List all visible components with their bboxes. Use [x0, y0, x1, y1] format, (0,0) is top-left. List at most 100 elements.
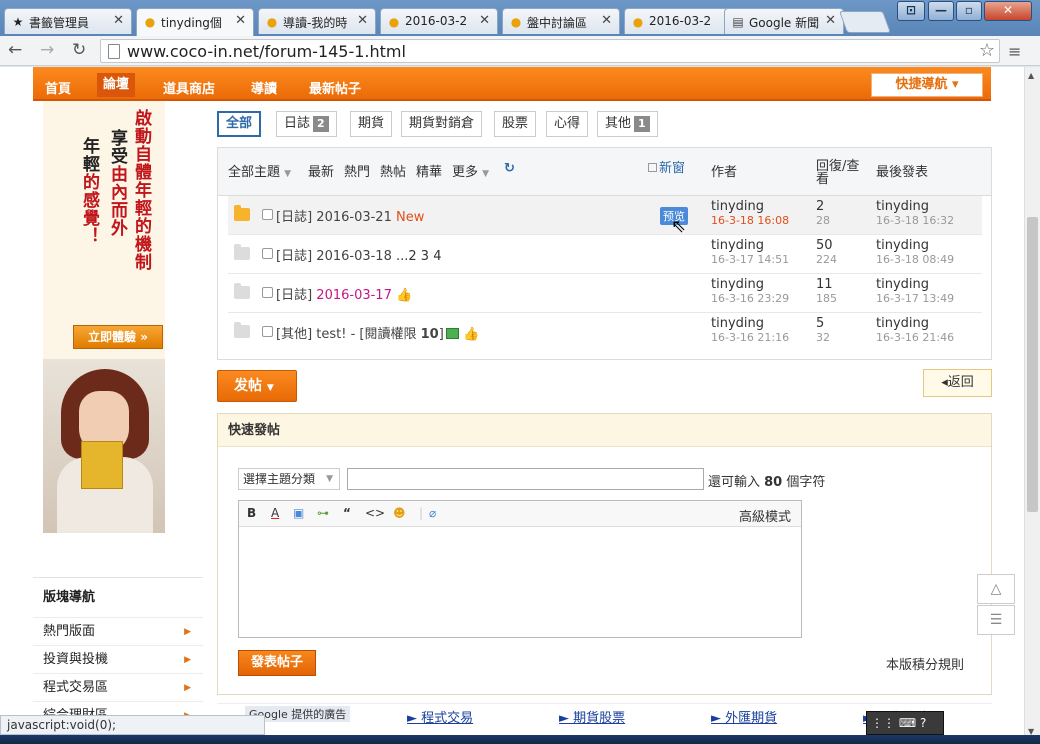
nav-shop[interactable]: 道具商店 [163, 78, 215, 97]
page-scrollbar[interactable]: ▲ ▼ [1024, 67, 1040, 744]
close-icon[interactable]: ✕ [479, 13, 490, 28]
window-close-button[interactable]: ✕ [984, 1, 1032, 21]
thread-stats: 50 224 [816, 238, 837, 267]
link-icon[interactable]: ⊶ [317, 506, 329, 520]
table-row[interactable]: [其他] test! - [閱讀權限 10] 👍 tinyding 16-3-16… [228, 313, 982, 352]
close-icon[interactable]: ✕ [113, 13, 124, 28]
table-row[interactable]: [日誌] 2016-03-21 New 预览 ⇖ tinyding 16-3-18… [228, 196, 982, 237]
thread-author: tinyding 16-3-16 21:16 [711, 316, 790, 345]
points-rules-link[interactable]: 本版積分規則 [886, 654, 964, 673]
smiley-icon[interactable]: ☻ [393, 506, 406, 520]
tab-bookmarks[interactable]: ★ 書籤管理員 ✕ [4, 8, 132, 34]
filter-stocks[interactable]: 股票 [494, 111, 537, 137]
caret-down-icon: ▼ [266, 383, 274, 393]
select-checkbox[interactable] [262, 209, 273, 220]
thread-author: tinyding 16-3-18 16:08 [711, 199, 790, 228]
code-icon[interactable]: <> [365, 506, 385, 520]
thread-title[interactable]: [日誌] 2016-03-18 ...2 3 4 [276, 245, 441, 264]
thread-title[interactable]: [日誌] 2016-03-21 New [276, 206, 424, 225]
count-badge: 2 [313, 116, 329, 132]
sidebar-item-program-trading[interactable]: 程式交易區 ▶ [33, 673, 203, 701]
filter-diary[interactable]: 日誌 2 [276, 111, 337, 137]
submit-post-button[interactable]: 發表帖子 [238, 650, 316, 676]
all-topics-dropdown[interactable]: 全部主題 ▼ [228, 161, 291, 180]
sort-hot[interactable]: 熱帖 [380, 161, 406, 180]
new-tab-button[interactable] [838, 11, 892, 33]
ad-link[interactable]: ► 期貨股票 [559, 707, 625, 726]
chevron-right-icon: ▶ [184, 627, 191, 637]
filter-all[interactable]: 全部 [217, 111, 262, 137]
user-icon[interactable]: ⊡ [897, 1, 925, 21]
close-icon[interactable]: ✕ [357, 13, 368, 28]
site-nav: 首頁 論壇 道具商店 導讀 最新帖子 快捷導航 ▾ [33, 67, 991, 101]
refresh-icon[interactable]: ↻ [504, 161, 515, 176]
new-window-toggle[interactable]: 新窗 [648, 157, 685, 176]
sidebar-item-investment[interactable]: 投資與投機 ▶ [33, 645, 203, 673]
sidebar-item-hot[interactable]: 熱門版面 ▶ [33, 617, 203, 645]
image-icon[interactable]: ▣ [293, 506, 304, 520]
mouse-cursor-icon: ⇖ [671, 216, 687, 237]
bookmark-star-icon[interactable]: ☆ [979, 40, 995, 61]
filter-futures-hedge[interactable]: 期貨對銷倉 [401, 111, 483, 137]
sort-latest[interactable]: 最新 [308, 161, 334, 180]
list-view-button[interactable]: ☰ [977, 605, 1015, 635]
thread-title[interactable]: [其他] test! - [閱讀權限 10] 👍 [276, 323, 479, 342]
sort-popular[interactable]: 熱門 [344, 161, 370, 180]
close-icon[interactable]: ✕ [825, 13, 836, 28]
scrollbar-thumb[interactable] [1027, 217, 1038, 512]
page-links[interactable]: ...2 3 4 [396, 249, 441, 264]
new-post-button[interactable]: 发帖 ▼ [217, 370, 297, 402]
hamburger-menu-icon[interactable]: ≡ [1008, 42, 1021, 61]
bold-icon[interactable]: B [247, 506, 256, 520]
tab-guide[interactable]: ● 導讀-我的時 ✕ [258, 8, 376, 34]
tab-forum-active[interactable]: ● tinyding個 ✕ [136, 8, 254, 36]
back-to-top-button[interactable]: △ [977, 574, 1015, 604]
scroll-up-icon[interactable]: ▲ [1028, 71, 1034, 80]
ad-line-1: 啟動自體年輕的機制 [131, 109, 151, 271]
nav-guide[interactable]: 導讀 [251, 78, 277, 97]
thread-title[interactable]: [日誌] 2016-03-17 👍 [276, 284, 412, 303]
tab-intraday[interactable]: ● 盤中討論區 ✕ [502, 8, 620, 34]
back-button[interactable]: ◂返回 [923, 369, 992, 397]
ad-link[interactable]: ► 外匯期貨 [711, 707, 777, 726]
filter-other[interactable]: 其他 1 [597, 111, 658, 137]
board-navigation: 版塊導航 熱門版面▶ 投資與投機▶ 程式交易區▶ 綜合理財區▶ [33, 577, 203, 729]
advanced-mode-link[interactable]: 高級模式 [739, 506, 791, 525]
ad-link[interactable]: ► 程式交易 [407, 707, 473, 726]
chevron-right-icon: ▶ [184, 655, 191, 665]
ad-try-button[interactable]: 立即體驗 » [73, 325, 163, 349]
subject-input[interactable] [347, 468, 704, 490]
font-color-icon[interactable]: A [271, 506, 279, 520]
maximize-button[interactable]: ▫ [956, 1, 982, 21]
minimize-button[interactable]: — [928, 1, 954, 21]
table-row[interactable]: [日誌] 2016-03-17 👍 tinyding 16-3-16 23:29 … [228, 274, 982, 313]
sort-more-dropdown[interactable]: 更多 ▼ [452, 161, 489, 180]
nav-forum[interactable]: 論壇 [97, 73, 136, 97]
quick-nav-button[interactable]: 快捷導航 ▾ [871, 73, 983, 97]
tab-log-0323[interactable]: ● 2016-03-2 ✕ [380, 8, 498, 34]
sort-digest[interactable]: 精華 [416, 161, 442, 180]
url-field[interactable]: www.coco-in.net/forum-145-1.html ☆ [100, 39, 1000, 63]
category-select[interactable]: 選擇主題分類 ▼ [238, 468, 340, 490]
ime-toolbar[interactable]: ⋮⋮ ⌨ ? [866, 711, 944, 735]
filter-futures[interactable]: 期貨 [350, 111, 393, 137]
nav-latest[interactable]: 最新帖子 [309, 78, 361, 97]
tab-label: 盤中討論區 [527, 16, 588, 30]
select-checkbox[interactable] [262, 287, 273, 298]
side-advertisement[interactable]: 啟動自體年輕的機制 享受由內而外 年輕的感覺！ 立即體驗 » [43, 101, 165, 533]
os-taskbar [0, 735, 1040, 744]
reload-icon[interactable]: ↻ [72, 40, 86, 60]
select-checkbox[interactable] [262, 326, 273, 337]
select-checkbox[interactable] [262, 248, 273, 259]
table-row[interactable]: [日誌] 2016-03-18 ...2 3 4 tinyding 16-3-17… [228, 235, 982, 274]
attachment-icon[interactable]: ⌀ [429, 506, 436, 520]
quote-icon[interactable]: “ [343, 506, 351, 520]
close-icon[interactable]: ✕ [601, 13, 612, 28]
close-icon[interactable]: ✕ [235, 13, 246, 28]
back-arrow-icon[interactable]: ← [8, 40, 22, 60]
forward-arrow-icon[interactable]: → [40, 40, 54, 60]
message-editor[interactable]: B A ▣ ⊶ “ <> ☻ | ⌀ 高級模式 [238, 500, 802, 638]
nav-home[interactable]: 首頁 [45, 78, 71, 97]
tab-google-news[interactable]: ▤ Google 新聞 ✕ [724, 8, 844, 34]
filter-insights[interactable]: 心得 [546, 111, 589, 137]
